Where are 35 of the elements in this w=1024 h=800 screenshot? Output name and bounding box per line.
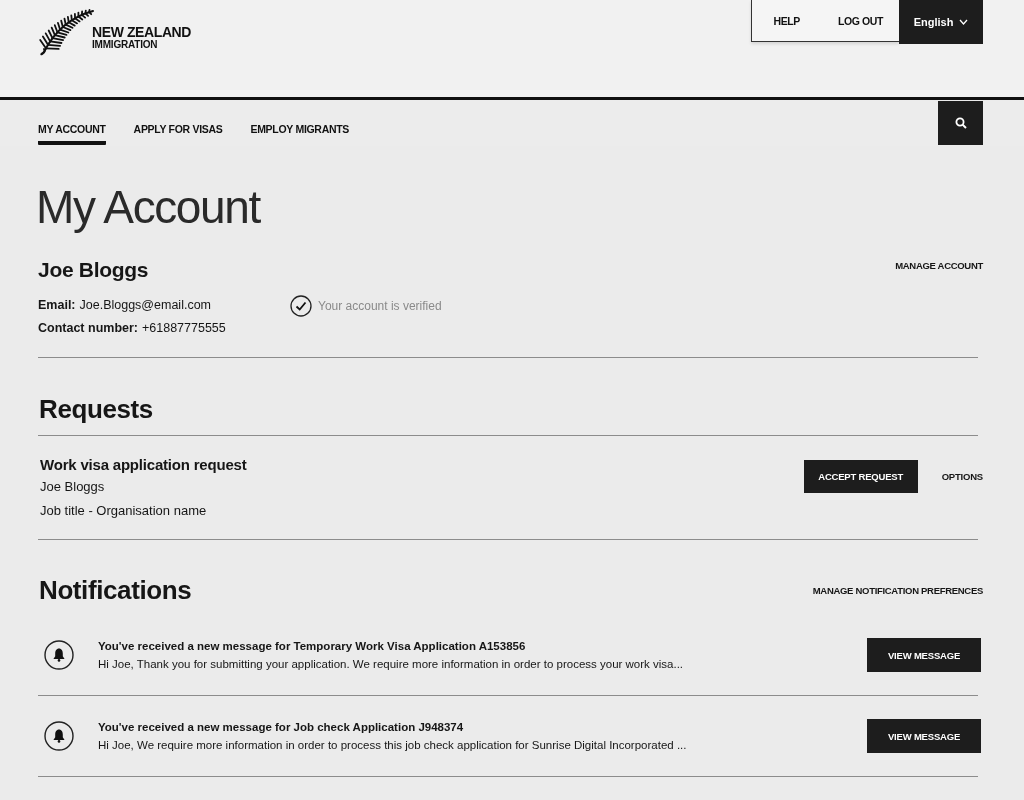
user-name: Joe Bloggs (38, 257, 149, 283)
chevron-down-icon (959, 19, 969, 25)
notification-title: You've received a new message for Temporary Work Visa Application A153856 (98, 639, 526, 654)
field-label: Contact number: (38, 320, 138, 337)
options-link[interactable]: OPTIONS (941, 471, 983, 482)
logo-subtitle: IMMIGRATION (92, 39, 159, 50)
verification-status: Your account is verified (318, 298, 442, 313)
notification-text: Hi Joe, Thank you for submitting your application. We require more information in order to process your work visa... (98, 657, 684, 672)
view-message-button[interactable]: VIEW MESSAGE (867, 719, 981, 753)
bell-icon (44, 721, 74, 751)
page-title: My Account (36, 180, 260, 235)
accept-request-button[interactable]: ACCEPT REQUEST (803, 460, 918, 493)
bell-icon (44, 640, 74, 670)
nav-tab[interactable]: MY ACCOUNT (38, 100, 106, 145)
notification-text: Hi Joe, We require more information in order to process this job check application for Sunrise Digital Incorporated ... (98, 738, 687, 753)
field-value: +61887775555 (142, 320, 226, 337)
section-heading: Notifications (39, 574, 192, 606)
notification-title: You've received a new message for Job check Application J948374 (98, 720, 464, 735)
request-title: Work visa application request (40, 455, 247, 475)
field-value: Joe.Bloggs@email.com (79, 297, 211, 314)
request-detail: Joe Bloggs (40, 478, 105, 496)
search-button[interactable] (938, 101, 983, 145)
field-label: Email: (38, 297, 76, 314)
section-heading: Requests (39, 393, 153, 425)
logo-title: NEW ZEALAND (92, 25, 192, 39)
utility-link[interactable]: LOG OUT (837, 14, 883, 27)
notification-preferences-link[interactable]: MANAGE NOTIFICATION PREFRENCES (812, 584, 983, 596)
language-dropdown[interactable]: English (899, 0, 983, 44)
nav-tab[interactable]: EMPLOY MIGRANTS (250, 100, 350, 145)
search-icon (954, 117, 967, 129)
manage-account-link[interactable]: MANAGE ACCOUNT (895, 259, 983, 271)
nav-tab[interactable]: APPLY FOR VISAS (133, 100, 223, 145)
request-detail: Job title - Organisation name (40, 502, 207, 520)
utility-link[interactable]: HELP (773, 14, 800, 27)
view-message-button[interactable]: VIEW MESSAGE (867, 638, 981, 672)
